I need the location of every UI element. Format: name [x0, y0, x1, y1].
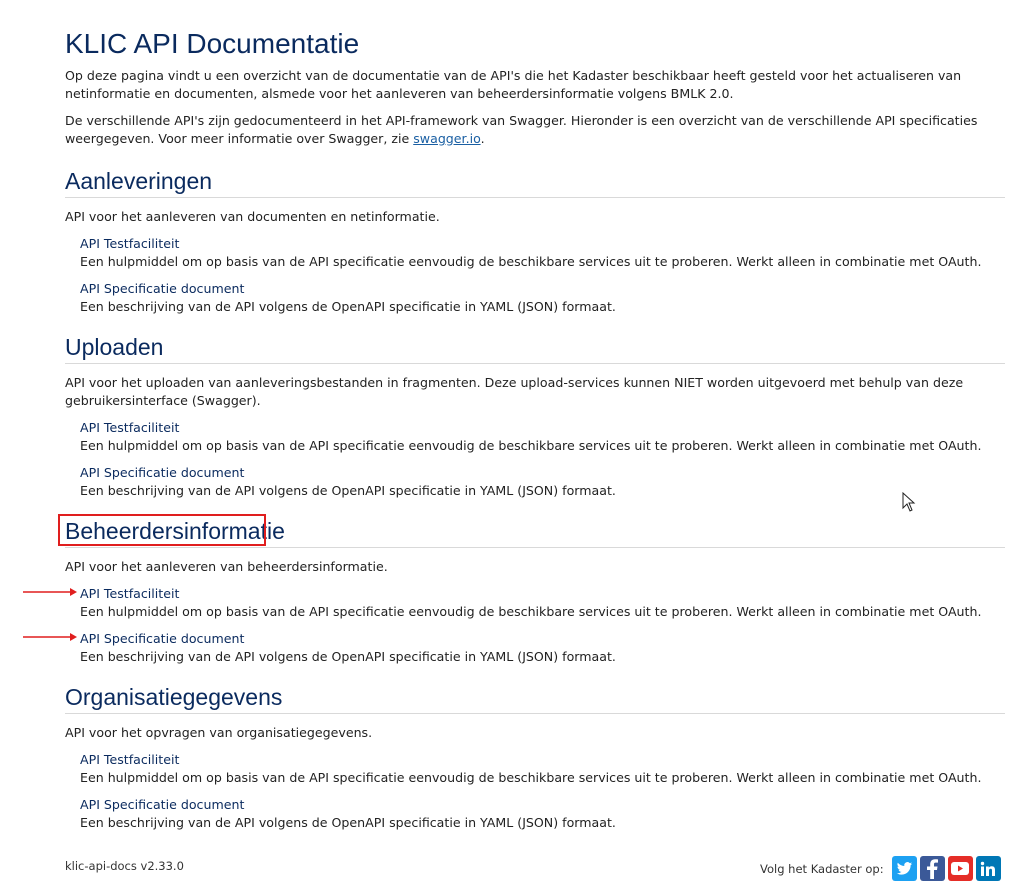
section-organisatiegegevens: Organisatiegegevens API voor het opvrage…: [65, 682, 1005, 832]
api-testfaciliteit-link[interactable]: API Testfaciliteit: [80, 419, 1005, 437]
intro-suffix: .: [480, 131, 485, 146]
section-title: Aanleveringen: [65, 166, 1005, 198]
entry-testfaciliteit: API Testfaciliteit Een hulpmiddel om op …: [80, 419, 1005, 455]
footer-version: klic-api-docs v2.33.0: [65, 859, 184, 873]
entry-description: Een hulpmiddel om op basis van de API sp…: [80, 438, 982, 453]
api-testfaciliteit-link[interactable]: API Testfaciliteit: [80, 235, 1005, 253]
entry-testfaciliteit: API Testfaciliteit Een hulpmiddel om op …: [80, 585, 1005, 621]
api-specificatie-link[interactable]: API Specificatie document: [80, 630, 1005, 648]
entry-testfaciliteit: API Testfaciliteit Een hulpmiddel om op …: [80, 751, 1005, 787]
entry-specificatie: API Specificatie document Een beschrijvi…: [80, 630, 1005, 666]
section-description: API voor het aanleveren van documenten e…: [65, 209, 440, 224]
section-uploaden: Uploaden API voor het uploaden van aanle…: [65, 332, 1005, 500]
section-description: API voor het opvragen van organisatiegeg…: [65, 725, 373, 740]
section-title: Uploaden: [65, 332, 1005, 364]
entry-description: Een beschrijving van de API volgens de O…: [80, 483, 616, 498]
annotation-highlight-box: [58, 514, 266, 546]
swagger-link[interactable]: swagger.io: [413, 131, 480, 146]
api-specificatie-link[interactable]: API Specificatie document: [80, 464, 1005, 482]
section-description: API voor het aanleveren van beheerdersin…: [65, 559, 388, 574]
entry-testfaciliteit: API Testfaciliteit Een hulpmiddel om op …: [80, 235, 1005, 271]
intro-paragraph-2: De verschillende API's zijn gedocumentee…: [65, 112, 1005, 148]
youtube-icon[interactable]: [947, 856, 973, 881]
api-testfaciliteit-link[interactable]: API Testfaciliteit: [80, 585, 1005, 603]
facebook-icon[interactable]: [919, 856, 945, 881]
linkedin-icon[interactable]: [975, 856, 1001, 881]
api-specificatie-link[interactable]: API Specificatie document: [80, 280, 1005, 298]
intro-paragraph-1: Op deze pagina vindt u een overzicht van…: [65, 68, 962, 101]
entry-description: Een beschrijving van de API volgens de O…: [80, 649, 616, 664]
page-title: KLIC API Documentatie: [65, 28, 360, 59]
entry-description: Een beschrijving van de API volgens de O…: [80, 299, 616, 314]
annotation-arrow-icon: [23, 588, 77, 596]
footer-social: Volg het Kadaster op:: [760, 856, 1001, 881]
annotation-arrow-icon: [23, 633, 77, 641]
entry-description: Een hulpmiddel om op basis van de API sp…: [80, 254, 982, 269]
follow-label: Volg het Kadaster op:: [760, 861, 884, 876]
entry-specificatie: API Specificatie document Een beschrijvi…: [80, 464, 1005, 500]
api-specificatie-link[interactable]: API Specificatie document: [80, 796, 1005, 814]
api-testfaciliteit-link[interactable]: API Testfaciliteit: [80, 751, 1005, 769]
section-aanleveringen: Aanleveringen API voor het aanleveren va…: [65, 166, 1005, 316]
entry-description: Een hulpmiddel om op basis van de API sp…: [80, 604, 982, 619]
section-description: API voor het uploaden van aanleveringsbe…: [65, 375, 964, 408]
entry-description: Een beschrijving van de API volgens de O…: [80, 815, 616, 830]
intro-text: De verschillende API's zijn gedocumentee…: [65, 113, 978, 146]
section-title: Organisatiegegevens: [65, 682, 1005, 714]
entry-specificatie: API Specificatie document Een beschrijvi…: [80, 280, 1005, 316]
entry-specificatie: API Specificatie document Een beschrijvi…: [80, 796, 1005, 832]
mouse-cursor-icon: [902, 492, 916, 512]
entry-description: Een hulpmiddel om op basis van de API sp…: [80, 770, 982, 785]
twitter-icon[interactable]: [891, 856, 917, 881]
